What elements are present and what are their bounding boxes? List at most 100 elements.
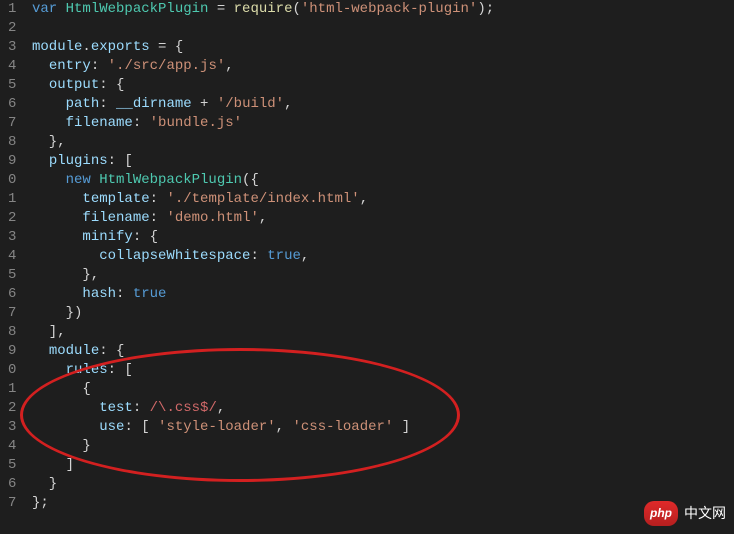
token-punc	[32, 210, 82, 226]
line-number: 2	[8, 19, 16, 38]
code-line[interactable]: {	[32, 380, 734, 399]
token-punc: ,	[225, 58, 233, 74]
code-line[interactable]: })	[32, 304, 734, 323]
code-line[interactable]: }	[32, 475, 734, 494]
code-line[interactable]: module.exports = {	[32, 38, 734, 57]
code-line[interactable]: filename: 'bundle.js'	[32, 114, 734, 133]
code-line[interactable]: var HtmlWebpackPlugin = require('html-we…	[32, 0, 734, 19]
token-punc	[32, 172, 66, 188]
token-punc: },	[32, 267, 99, 283]
code-line[interactable]: ]	[32, 456, 734, 475]
token-punc: : {	[99, 77, 124, 93]
token-kw: new	[66, 172, 100, 188]
token-punc	[32, 343, 49, 359]
token-str: 'style-loader'	[158, 419, 276, 435]
token-punc	[32, 96, 66, 112]
line-number: 6	[8, 95, 16, 114]
line-number: 2	[8, 209, 16, 228]
token-punc	[32, 419, 99, 435]
token-prop: filename	[82, 210, 149, 226]
line-number: 7	[8, 304, 16, 323]
line-number: 3	[8, 418, 16, 437]
token-punc	[32, 191, 82, 207]
line-number: 5	[8, 456, 16, 475]
code-line[interactable]: module: {	[32, 342, 734, 361]
code-line[interactable]: entry: './src/app.js',	[32, 57, 734, 76]
code-line[interactable]: filename: 'demo.html',	[32, 209, 734, 228]
token-cls: HtmlWebpackPlugin	[66, 1, 209, 17]
code-line[interactable]: };	[32, 494, 734, 513]
line-number: 4	[8, 57, 16, 76]
token-punc: : {	[133, 229, 158, 245]
watermark-text: 中文网	[684, 504, 726, 523]
code-line[interactable]: test: /\.css$/,	[32, 399, 734, 418]
line-number: 0	[8, 361, 16, 380]
token-punc: ,	[360, 191, 368, 207]
token-punc: : {	[99, 343, 124, 359]
code-line[interactable]: template: './template/index.html',	[32, 190, 734, 209]
token-punc: {	[32, 381, 91, 397]
token-prop: module	[49, 343, 99, 359]
watermark-badge: php	[644, 501, 678, 526]
token-punc	[32, 58, 49, 74]
token-prop: collapseWhitespace	[99, 248, 250, 264]
token-punc: =	[208, 1, 233, 17]
token-punc: (	[292, 1, 300, 17]
token-punc: :	[116, 286, 133, 302]
token-punc: }	[32, 476, 57, 492]
line-number: 7	[8, 494, 16, 513]
watermark: php 中文网	[644, 501, 726, 526]
code-line[interactable]: plugins: [	[32, 152, 734, 171]
token-punc: +	[192, 96, 217, 112]
token-punc	[32, 400, 99, 416]
token-prop: path	[66, 96, 100, 112]
code-line[interactable]: new HtmlWebpackPlugin({	[32, 171, 734, 190]
token-prop: hash	[82, 286, 116, 302]
token-var: __dirname	[116, 96, 192, 112]
line-number-gutter: 123456789012345678901234567	[0, 0, 28, 534]
line-number: 5	[8, 76, 16, 95]
token-str: 'html-webpack-plugin'	[301, 1, 477, 17]
token-prop: filename	[66, 115, 133, 131]
token-str: './src/app.js'	[108, 58, 226, 74]
code-line[interactable]: ],	[32, 323, 734, 342]
code-line[interactable]: use: [ 'style-loader', 'css-loader' ]	[32, 418, 734, 437]
token-punc: : [	[108, 362, 133, 378]
token-prop: entry	[49, 58, 91, 74]
token-prop: output	[49, 77, 99, 93]
token-fn: require	[234, 1, 293, 17]
token-prop: use	[99, 419, 124, 435]
code-line[interactable]: }	[32, 437, 734, 456]
token-prop: template	[82, 191, 149, 207]
code-line[interactable]	[32, 19, 734, 38]
code-line[interactable]: output: {	[32, 76, 734, 95]
line-number: 6	[8, 285, 16, 304]
token-punc: ,	[259, 210, 267, 226]
code-line[interactable]: hash: true	[32, 285, 734, 304]
token-prop: minify	[82, 229, 132, 245]
code-line[interactable]: },	[32, 133, 734, 152]
code-line[interactable]: rules: [	[32, 361, 734, 380]
token-punc: })	[32, 305, 82, 321]
token-bool: true	[133, 286, 167, 302]
code-editor[interactable]: 123456789012345678901234567 var HtmlWebp…	[0, 0, 734, 534]
token-prop: test	[99, 400, 133, 416]
token-punc: }	[32, 438, 91, 454]
line-number: 1	[8, 380, 16, 399]
token-str: './template/index.html'	[166, 191, 359, 207]
token-punc: : [	[108, 153, 133, 169]
code-content[interactable]: var HtmlWebpackPlugin = require('html-we…	[28, 0, 734, 534]
token-punc	[32, 77, 49, 93]
token-punc: ,	[301, 248, 309, 264]
token-punc: ,	[276, 419, 293, 435]
token-punc: ]	[393, 419, 410, 435]
code-line[interactable]: },	[32, 266, 734, 285]
code-line[interactable]: minify: {	[32, 228, 734, 247]
token-punc: ,	[284, 96, 292, 112]
token-prop: rules	[66, 362, 108, 378]
code-line[interactable]: path: __dirname + '/build',	[32, 95, 734, 114]
line-number: 8	[8, 133, 16, 152]
code-line[interactable]: collapseWhitespace: true,	[32, 247, 734, 266]
line-number: 9	[8, 342, 16, 361]
token-punc: = {	[150, 39, 184, 55]
